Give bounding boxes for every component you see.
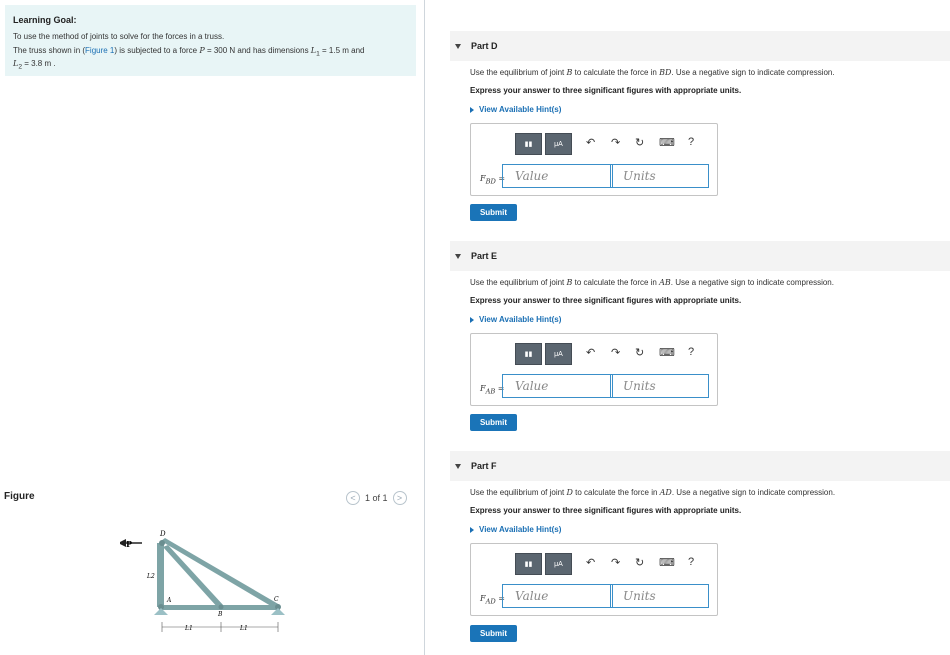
part-f-answer-box: ▮▮ μA ↶ ↷ ↻ ⌨ ? FAD = Value Units <box>470 543 718 616</box>
member-db <box>163 545 224 609</box>
label-l1-left: L1 <box>184 625 193 632</box>
hint-caret-icon <box>470 316 474 323</box>
mu-units-button[interactable]: μA <box>545 133 572 155</box>
label-d: D <box>159 530 166 538</box>
part-e-title: Part E <box>471 251 498 261</box>
learning-goal-box: Learning Goal: To use the method of join… <box>5 5 416 76</box>
part-e-express: Express your answer to three significant… <box>470 296 742 305</box>
hint-caret-icon <box>470 106 474 113</box>
part-e-answer-box: ▮▮ μA ↶ ↷ ↻ ⌨ ? FAB = Value Units <box>470 333 718 406</box>
help-icon[interactable]: ? <box>688 346 694 358</box>
part-d-answer-box: ▮▮ μA ↶ ↷ ↻ ⌨ ? FBD = Value Units <box>470 123 718 196</box>
part-e-hint-link[interactable]: View Available Hint(s) <box>470 315 561 324</box>
label-l1-right: L1 <box>239 625 248 632</box>
mu-units-button[interactable]: μA <box>545 343 572 365</box>
templates-icon[interactable]: ▮▮ <box>515 343 542 365</box>
keyboard-icon[interactable]: ⌨ <box>659 556 675 569</box>
keyboard-icon[interactable]: ⌨ <box>659 136 675 149</box>
label-c: C <box>274 596 279 603</box>
part-d-value-input[interactable]: Value <box>502 164 613 188</box>
mu-units-button[interactable]: μA <box>545 553 572 575</box>
pager-text: 1 of 1 <box>365 493 388 503</box>
reset-icon[interactable]: ↻ <box>635 136 644 149</box>
part-e-caret-icon <box>455 253 461 259</box>
part-e-submit-button[interactable]: Submit <box>470 414 517 431</box>
label-p: P <box>126 539 132 549</box>
part-f-express: Express your answer to three significant… <box>470 506 742 515</box>
part-d-header[interactable]: Part D <box>450 31 950 61</box>
part-d-title: Part D <box>471 41 498 51</box>
right-pane: Part D Use the equilibrium of joint B to… <box>425 0 950 655</box>
label-b: B <box>217 611 223 618</box>
redo-icon[interactable]: ↷ <box>611 556 620 569</box>
part-f-value-input[interactable]: Value <box>502 584 613 608</box>
truss-figure: P D A B C L2 L1 L1 <box>120 530 285 632</box>
figure-pager: < 1 of 1 > <box>346 491 407 505</box>
problem-statement: The truss shown in (Figure 1) is subject… <box>13 45 365 71</box>
undo-icon[interactable]: ↶ <box>586 556 595 569</box>
redo-icon[interactable]: ↷ <box>611 136 620 149</box>
learning-goal-text: To use the method of joints to solve for… <box>13 32 225 42</box>
part-f-hint-link[interactable]: View Available Hint(s) <box>470 525 561 534</box>
templates-icon[interactable]: ▮▮ <box>515 553 542 575</box>
part-e-answer-label: FAB = <box>480 384 505 396</box>
redo-icon[interactable]: ↷ <box>611 346 620 359</box>
part-e-value-input[interactable]: Value <box>502 374 613 398</box>
figure-label: Figure <box>4 491 35 502</box>
part-d-caret-icon <box>455 43 461 49</box>
member-dc <box>161 538 280 609</box>
help-icon[interactable]: ? <box>688 136 694 148</box>
next-figure-button[interactable]: > <box>392 491 407 505</box>
joint-b <box>218 604 224 610</box>
help-icon[interactable]: ? <box>688 556 694 568</box>
part-f-header[interactable]: Part F <box>450 451 950 481</box>
reset-icon[interactable]: ↻ <box>635 346 644 359</box>
part-d-express: Express your answer to three significant… <box>470 86 742 95</box>
part-d-instructions: Use the equilibrium of joint B to calcul… <box>470 68 835 77</box>
part-e-units-input[interactable]: Units <box>610 374 709 398</box>
hint-caret-icon <box>470 526 474 533</box>
left-pane: Learning Goal: To use the method of join… <box>0 0 423 655</box>
part-f-caret-icon <box>455 463 461 469</box>
part-e-instructions: Use the equilibrium of joint B to calcul… <box>470 278 834 287</box>
part-f-instructions: Use the equilibrium of joint D to calcul… <box>470 488 836 497</box>
part-f-submit-button[interactable]: Submit <box>470 625 517 642</box>
templates-icon[interactable]: ▮▮ <box>515 133 542 155</box>
prev-figure-button[interactable]: < <box>346 491 360 505</box>
label-l2: L2 <box>146 573 155 580</box>
keyboard-icon[interactable]: ⌨ <box>659 346 675 359</box>
undo-icon[interactable]: ↶ <box>586 346 595 359</box>
part-d-submit-button[interactable]: Submit <box>470 204 517 221</box>
figure-link[interactable]: Figure 1 <box>85 46 114 55</box>
member-ad <box>157 543 164 607</box>
part-f-title: Part F <box>471 461 497 471</box>
joint-d <box>159 540 165 546</box>
learning-goal-title: Learning Goal: <box>13 15 77 25</box>
label-a: A <box>166 597 172 604</box>
part-d-units-input[interactable]: Units <box>610 164 709 188</box>
part-f-units-input[interactable]: Units <box>610 584 709 608</box>
undo-icon[interactable]: ↶ <box>586 136 595 149</box>
part-e-header[interactable]: Part E <box>450 241 950 271</box>
part-d-hint-link[interactable]: View Available Hint(s) <box>470 105 561 114</box>
reset-icon[interactable]: ↻ <box>635 556 644 569</box>
